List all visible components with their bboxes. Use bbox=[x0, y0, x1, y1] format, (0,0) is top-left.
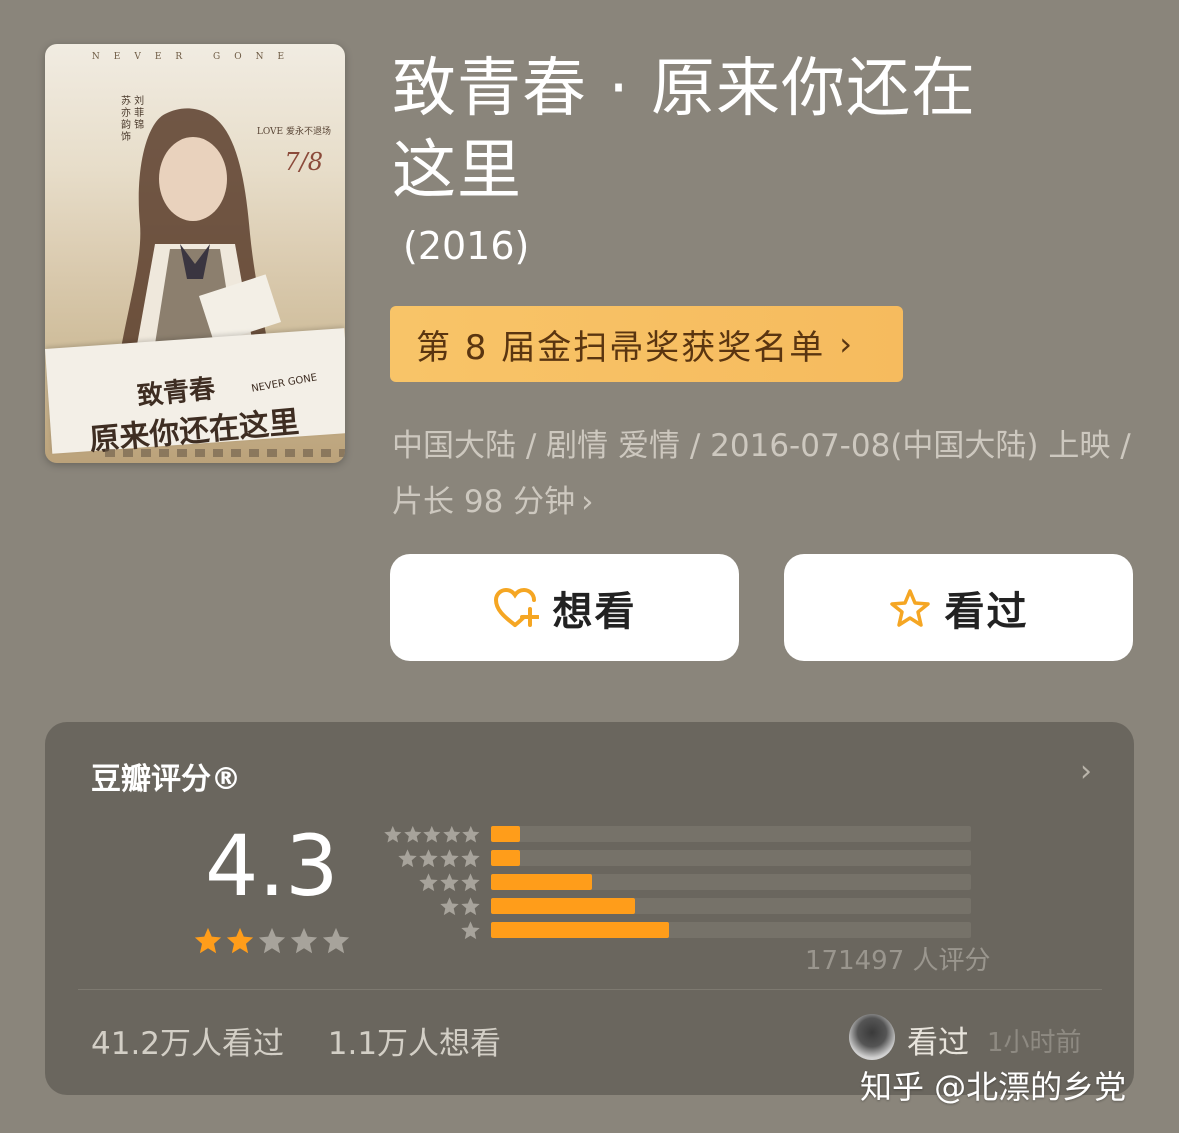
star-icon bbox=[462, 825, 480, 843]
star-empty-icon bbox=[258, 927, 286, 954]
award-label: 第 8 届金扫帚奖获奖名单 bbox=[416, 327, 826, 368]
star-icon bbox=[461, 848, 480, 867]
rating-distribution-row bbox=[383, 918, 971, 942]
recent-activity-label: 看过 bbox=[907, 1025, 969, 1061]
watermark: 知乎 @北漂的乡党 bbox=[860, 1068, 1127, 1106]
distribution-bar-1-star bbox=[491, 922, 669, 938]
star-icon bbox=[440, 872, 459, 891]
star-empty-icon bbox=[322, 927, 350, 954]
distribution-bar-3-star bbox=[491, 874, 592, 890]
chevron-right-icon: › bbox=[839, 325, 855, 363]
star-icon bbox=[440, 896, 459, 915]
want-count: 1.1万人想看 bbox=[327, 1026, 502, 1062]
star-icon bbox=[461, 872, 480, 891]
rating-distribution-row bbox=[383, 822, 971, 846]
watch-stats: 41.2万人看过 1.1万人想看 bbox=[91, 1018, 501, 1063]
distribution-bar-2-star bbox=[491, 898, 635, 914]
divider bbox=[78, 989, 1102, 990]
distribution-stars bbox=[383, 920, 491, 941]
star-icon bbox=[461, 896, 480, 915]
star-icon bbox=[398, 848, 417, 867]
distribution-track bbox=[491, 874, 971, 890]
rating-card[interactable]: 豆瓣评分® › 4.3 171497 人评分 41.2万人看过 1.1万人想看 … bbox=[45, 722, 1134, 1095]
award-list-button[interactable]: 第 8 届金扫帚奖获奖名单 › bbox=[390, 306, 903, 382]
poster-love-text: LOVE 爱永不退场 bbox=[256, 127, 331, 137]
avatar[interactable] bbox=[849, 1014, 895, 1060]
distribution-bar-5-star bbox=[491, 826, 520, 842]
chevron-right-icon: › bbox=[1080, 754, 1092, 789]
rating-distribution bbox=[383, 822, 971, 942]
score-stars bbox=[193, 926, 351, 956]
poster-top-text: NEVER GONE bbox=[91, 52, 299, 62]
poster-sponsor-logos bbox=[105, 449, 345, 457]
star-icon bbox=[384, 825, 402, 843]
seen-count: 41.2万人看过 bbox=[91, 1026, 285, 1062]
movie-title: 致青春 · 原来你还在这里 bbox=[392, 52, 977, 208]
distribution-track bbox=[491, 826, 971, 842]
distribution-stars bbox=[383, 848, 491, 869]
distribution-track bbox=[491, 922, 971, 938]
recent-activity-time: 1小时前 bbox=[987, 1028, 1082, 1058]
rating-count: 171497 人评分 bbox=[805, 946, 991, 976]
distribution-track bbox=[491, 898, 971, 914]
distribution-stars bbox=[383, 896, 491, 917]
distribution-track bbox=[491, 850, 971, 866]
star-icon bbox=[419, 872, 438, 891]
star-icon bbox=[423, 825, 441, 843]
movie-year: (2016) bbox=[403, 224, 530, 268]
star-empty-icon bbox=[290, 927, 318, 954]
heart-plus-icon bbox=[493, 587, 539, 627]
want-label: 想看 bbox=[552, 588, 637, 635]
star-filled-icon bbox=[226, 927, 254, 954]
watched-button[interactable]: 看过 bbox=[784, 554, 1133, 661]
distribution-stars bbox=[383, 824, 491, 845]
poster-cast: 苏 刘 亦 菲 韵 锦 饰 bbox=[121, 96, 145, 143]
star-filled-icon bbox=[194, 927, 222, 954]
seen-label: 看过 bbox=[944, 588, 1029, 635]
rating-distribution-row bbox=[383, 870, 971, 894]
want-to-watch-button[interactable]: 想看 bbox=[390, 554, 739, 661]
star-icon bbox=[403, 825, 421, 843]
movie-poster[interactable]: NEVER GONE LOVE 爱永不退场 7/8 苏 刘 亦 菲 韵 锦 饰 … bbox=[45, 44, 345, 463]
poster-date: 7/8 bbox=[284, 148, 323, 176]
movie-meta-text: 中国大陆 / 剧情 爱情 / 2016-07-08(中国大陆) 上映 / 片长 … bbox=[392, 428, 1131, 520]
rating-distribution-row bbox=[383, 894, 971, 918]
star-icon bbox=[419, 848, 438, 867]
chevron-right-icon: › bbox=[581, 484, 594, 520]
star-icon bbox=[461, 920, 480, 939]
star-icon bbox=[440, 848, 459, 867]
rating-distribution-row bbox=[383, 846, 971, 870]
rating-score: 4.3 bbox=[205, 817, 339, 915]
star-icon bbox=[443, 825, 461, 843]
movie-meta-link[interactable]: 中国大陆 / 剧情 爱情 / 2016-07-08(中国大陆) 上映 / 片长 … bbox=[392, 418, 1132, 530]
rating-title: 豆瓣评分® bbox=[91, 762, 241, 797]
distribution-stars bbox=[383, 872, 491, 893]
distribution-bar-4-star bbox=[491, 850, 520, 866]
star-outline-icon bbox=[889, 588, 930, 627]
